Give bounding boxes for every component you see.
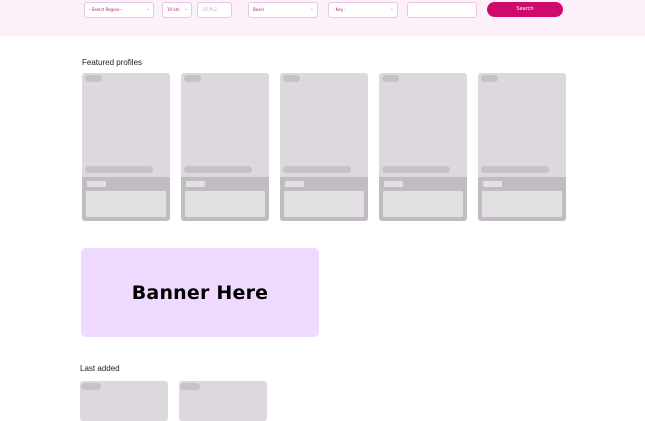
tag-placeholder bbox=[285, 181, 304, 187]
card-footer bbox=[379, 177, 467, 221]
profile-card[interactable] bbox=[379, 73, 467, 221]
name-placeholder bbox=[184, 166, 252, 173]
info-placeholder bbox=[482, 191, 562, 217]
badge-placeholder bbox=[81, 383, 101, 390]
profile-card[interactable] bbox=[179, 381, 267, 421]
radius-select[interactable]: 10 km ⌄ bbox=[162, 2, 192, 18]
card-footer bbox=[82, 177, 170, 221]
info-placeholder bbox=[383, 191, 463, 217]
search-button[interactable]: Search bbox=[487, 2, 563, 17]
tag-placeholder bbox=[186, 181, 205, 187]
chevron-down-icon: ⌄ bbox=[145, 6, 150, 12]
profile-card[interactable] bbox=[82, 73, 170, 221]
name-placeholder bbox=[283, 166, 351, 173]
banner-text: Banner Here bbox=[131, 281, 269, 304]
search-bar: --Select Region-- ⌄ 10 km ⌄ ZIP/PLZ Base… bbox=[0, 0, 645, 36]
name-placeholder bbox=[382, 166, 450, 173]
badge-placeholder bbox=[180, 383, 200, 390]
type-select-value: Basel bbox=[253, 7, 264, 12]
card-footer bbox=[280, 177, 368, 221]
tag-placeholder bbox=[483, 181, 502, 187]
last-added-title: Last added bbox=[80, 364, 120, 373]
region-select-value: --Select Region-- bbox=[89, 7, 123, 12]
chevron-down-icon: ⌄ bbox=[309, 6, 314, 12]
zip-input[interactable]: ZIP/PLZ bbox=[197, 2, 232, 18]
chevron-down-icon: ⌄ bbox=[183, 6, 188, 12]
profile-card[interactable] bbox=[181, 73, 269, 221]
card-footer bbox=[478, 177, 566, 221]
profile-card[interactable] bbox=[280, 73, 368, 221]
card-footer bbox=[181, 177, 269, 221]
featured-profiles-title: Featured profiles bbox=[82, 58, 143, 67]
key-select[interactable]: - Key - ⌄ bbox=[328, 2, 398, 18]
badge-placeholder bbox=[184, 75, 201, 82]
region-select[interactable]: --Select Region-- ⌄ bbox=[84, 2, 154, 18]
radius-select-value: 10 km bbox=[167, 7, 180, 12]
type-select[interactable]: Basel ⌄ bbox=[248, 2, 318, 18]
key-select-value: - Key - bbox=[333, 7, 346, 12]
chevron-down-icon: ⌄ bbox=[389, 6, 394, 12]
badge-placeholder bbox=[382, 75, 399, 82]
name-placeholder bbox=[85, 166, 153, 173]
keyword-input[interactable] bbox=[407, 2, 477, 18]
info-placeholder bbox=[185, 191, 265, 217]
badge-placeholder bbox=[283, 75, 300, 82]
zip-input-placeholder: ZIP/PLZ bbox=[202, 7, 218, 12]
tag-placeholder bbox=[384, 181, 403, 187]
info-placeholder bbox=[284, 191, 364, 217]
tag-placeholder bbox=[87, 181, 106, 187]
badge-placeholder bbox=[481, 75, 498, 82]
profile-card[interactable] bbox=[478, 73, 566, 221]
info-placeholder bbox=[86, 191, 166, 217]
banner[interactable]: Banner Here bbox=[81, 248, 319, 337]
badge-placeholder bbox=[85, 75, 102, 82]
name-placeholder bbox=[481, 166, 549, 173]
profile-card[interactable] bbox=[80, 381, 168, 421]
